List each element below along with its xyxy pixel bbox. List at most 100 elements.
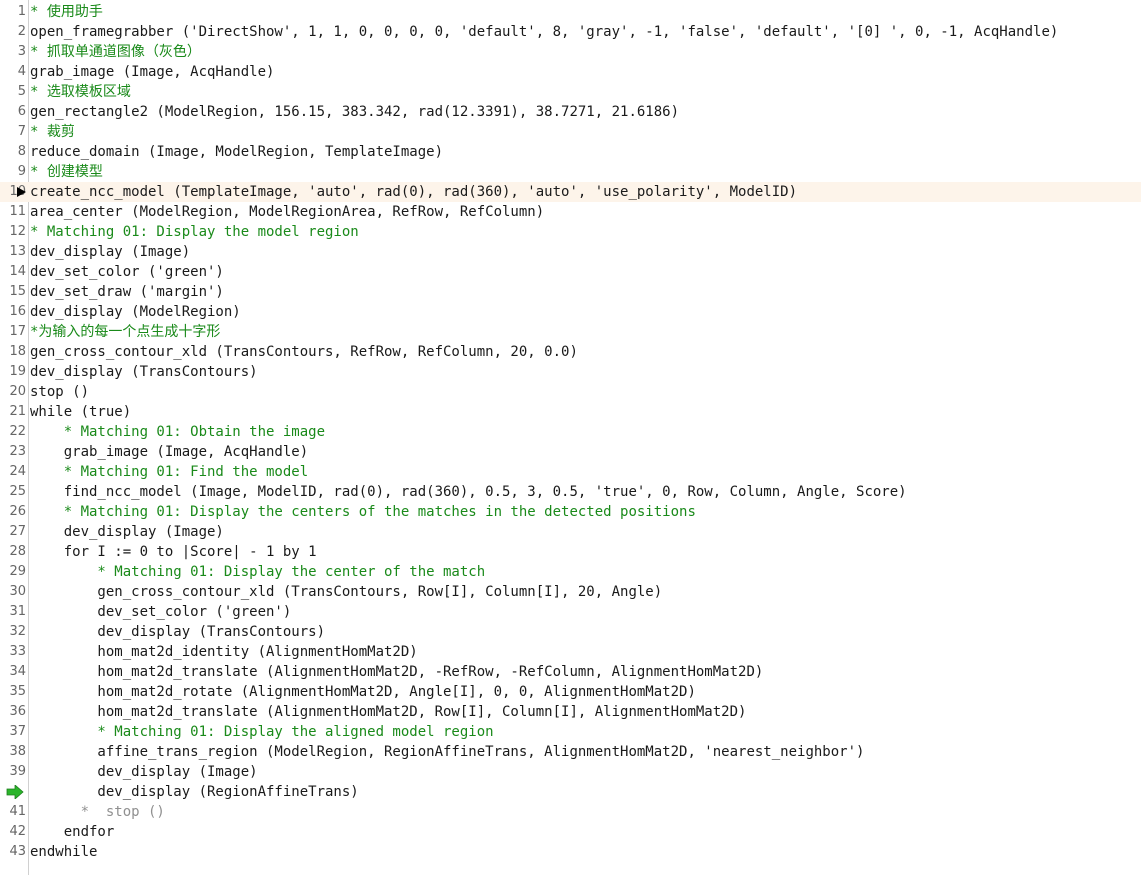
code-statement: affine_trans_region (ModelRegion, Region…: [30, 744, 865, 760]
code-line[interactable]: 7 * 裁剪: [0, 122, 1141, 142]
code-statement: endwhile: [30, 844, 98, 860]
code-line[interactable]: 3 * 抓取单通道图像（灰色）: [0, 42, 1141, 62]
code-statement: dev_display (ModelRegion): [30, 304, 241, 320]
code-comment: * 创建模型: [30, 164, 103, 180]
line-number: 5: [17, 84, 26, 99]
code-line[interactable]: 30 gen_cross_contour_xld (TransContours,…: [0, 582, 1141, 602]
code-statement: dev_display (TransContours): [30, 364, 258, 380]
code-line[interactable]: 5 * 选取模板区域: [0, 82, 1141, 102]
line-number: 35: [9, 684, 26, 699]
code-line[interactable]: 6 gen_rectangle2 (ModelRegion, 156.15, 38…: [0, 102, 1141, 122]
code-statement: while (true): [30, 404, 132, 420]
code-line[interactable]: 19 dev_display (TransContours): [0, 362, 1141, 382]
code-line[interactable]: 14 dev_set_color ('green'): [0, 262, 1141, 282]
code-statement: stop (): [30, 384, 90, 400]
code-comment: * Matching 01: Display the center of the…: [30, 564, 486, 580]
code-statement: dev_display (Image): [30, 764, 258, 780]
code-line[interactable]: 18 gen_cross_contour_xld (TransContours, …: [0, 342, 1141, 362]
code-line[interactable]: 29 * Matching 01: Display the center of …: [0, 562, 1141, 582]
code-line[interactable]: 40 dev_display (RegionAffineTrans): [0, 782, 1141, 802]
program-editor[interactable]: 1 * 使用助手 2 open_framegrabber ('DirectShow',…: [0, 0, 1141, 875]
code-line[interactable]: 37 * Matching 01: Display the aligned mo…: [0, 722, 1141, 742]
line-number: 28: [9, 544, 26, 559]
line-number: 18: [9, 344, 26, 359]
code-line[interactable]: 16 dev_display (ModelRegion): [0, 302, 1141, 322]
code-statement: endfor: [30, 824, 115, 840]
code-line[interactable]: 39 dev_display (Image): [0, 762, 1141, 782]
code-comment: * 选取模板区域: [30, 84, 131, 100]
line-number: 29: [9, 564, 26, 579]
line-number: 11: [9, 204, 26, 219]
code-line[interactable]: 32 dev_display (TransContours): [0, 622, 1141, 642]
code-line[interactable]: 28 for I := 0 to |Score| - 1 by 1: [0, 542, 1141, 562]
code-line[interactable]: 38 affine_trans_region (ModelRegion, Reg…: [0, 742, 1141, 762]
code-line[interactable]: 22 * Matching 01: Obtain the image: [0, 422, 1141, 442]
line-number: 16: [9, 304, 26, 319]
code-statement: grab_image (Image, AcqHandle): [30, 444, 309, 460]
line-number: 1: [17, 4, 26, 19]
code-line[interactable]: 23 grab_image (Image, AcqHandle): [0, 442, 1141, 462]
line-number: 17: [9, 324, 26, 339]
code-line[interactable]: 4 grab_image (Image, AcqHandle): [0, 62, 1141, 82]
code-statement: dev_set_color ('green'): [30, 604, 292, 620]
code-statement: dev_display (RegionAffineTrans): [30, 784, 359, 800]
code-line[interactable]: 13 dev_display (Image): [0, 242, 1141, 262]
code-line[interactable]: 12 * Matching 01: Display the model regio…: [0, 222, 1141, 242]
green-arrow-icon: [6, 785, 24, 799]
code-line[interactable]: 2 open_framegrabber ('DirectShow', 1, 1, …: [0, 22, 1141, 42]
code-line[interactable]: 41 * stop (): [0, 802, 1141, 822]
code-line[interactable]: 33 hom_mat2d_identity (AlignmentHomMat2D…: [0, 642, 1141, 662]
code-line[interactable]: 11 area_center (ModelRegion, ModelRegionA…: [0, 202, 1141, 222]
line-number: 31: [9, 604, 26, 619]
code-line[interactable]: 20 stop (): [0, 382, 1141, 402]
code-line[interactable]: 10 create_ncc_model (TemplateImage, 'auto…: [0, 182, 1141, 202]
line-number: 24: [9, 464, 26, 479]
code-statement: hom_mat2d_translate (AlignmentHomMat2D, …: [30, 664, 764, 680]
code-statement: dev_display (Image): [30, 244, 191, 260]
line-number: 37: [9, 724, 26, 739]
line-number: 26: [9, 504, 26, 519]
code-line[interactable]: 1 * 使用助手: [0, 2, 1141, 22]
code-line[interactable]: 35 hom_mat2d_rotate (AlignmentHomMat2D, …: [0, 682, 1141, 702]
code-line[interactable]: 8 reduce_domain (Image, ModelRegion, Temp…: [0, 142, 1141, 162]
line-number: 30: [9, 584, 26, 599]
disabled-statement: * stop (): [30, 804, 165, 820]
line-number: 19: [9, 364, 26, 379]
code-line[interactable]: 9 * 创建模型: [0, 162, 1141, 182]
code-statement: open_framegrabber ('DirectShow', 1, 1, 0…: [30, 24, 1059, 40]
code-statement: gen_cross_contour_xld (TransContours, Ro…: [30, 584, 663, 600]
code-statement: dev_set_draw ('margin'): [30, 284, 224, 300]
code-line[interactable]: 43 endwhile: [0, 842, 1141, 862]
line-number: 42: [9, 824, 26, 839]
line-number: 23: [9, 444, 26, 459]
line-number: 2: [17, 24, 26, 39]
line-number: 43: [9, 844, 26, 859]
code-line[interactable]: 15 dev_set_draw ('margin'): [0, 282, 1141, 302]
code-statement: dev_display (TransContours): [30, 624, 326, 640]
code-line[interactable]: 31 dev_set_color ('green'): [0, 602, 1141, 622]
code-statement: for I := 0 to |Score| - 1 by 1: [30, 544, 317, 560]
code-line[interactable]: 36 hom_mat2d_translate (AlignmentHomMat2…: [0, 702, 1141, 722]
line-number: 12: [9, 224, 26, 239]
code-statement: find_ncc_model (Image, ModelID, rad(0), …: [30, 484, 907, 500]
line-number: 22: [9, 424, 26, 439]
code-line[interactable]: 42 endfor: [0, 822, 1141, 842]
code-statement: create_ncc_model (TemplateImage, 'auto',…: [30, 184, 798, 200]
code-line[interactable]: 24 * Matching 01: Find the model: [0, 462, 1141, 482]
line-number: 32: [9, 624, 26, 639]
line-number: 41: [9, 804, 26, 819]
code-line[interactable]: 21 while (true): [0, 402, 1141, 422]
line-number: 13: [9, 244, 26, 259]
line-number: 33: [9, 644, 26, 659]
code-line[interactable]: 25 find_ncc_model (Image, ModelID, rad(0…: [0, 482, 1141, 502]
line-number: 8: [17, 144, 26, 159]
code-line[interactable]: 26 * Matching 01: Display the centers of…: [0, 502, 1141, 522]
code-line[interactable]: 17 *为输入的每一个点生成十字形: [0, 322, 1141, 342]
line-number: 6: [17, 104, 26, 119]
code-line[interactable]: 34 hom_mat2d_translate (AlignmentHomMat2…: [0, 662, 1141, 682]
code-line[interactable]: 27 dev_display (Image): [0, 522, 1141, 542]
line-number: 15: [9, 284, 26, 299]
code-comment: * 使用助手: [30, 4, 103, 20]
line-number: 14: [9, 264, 26, 279]
code-statement: dev_display (Image): [30, 524, 224, 540]
